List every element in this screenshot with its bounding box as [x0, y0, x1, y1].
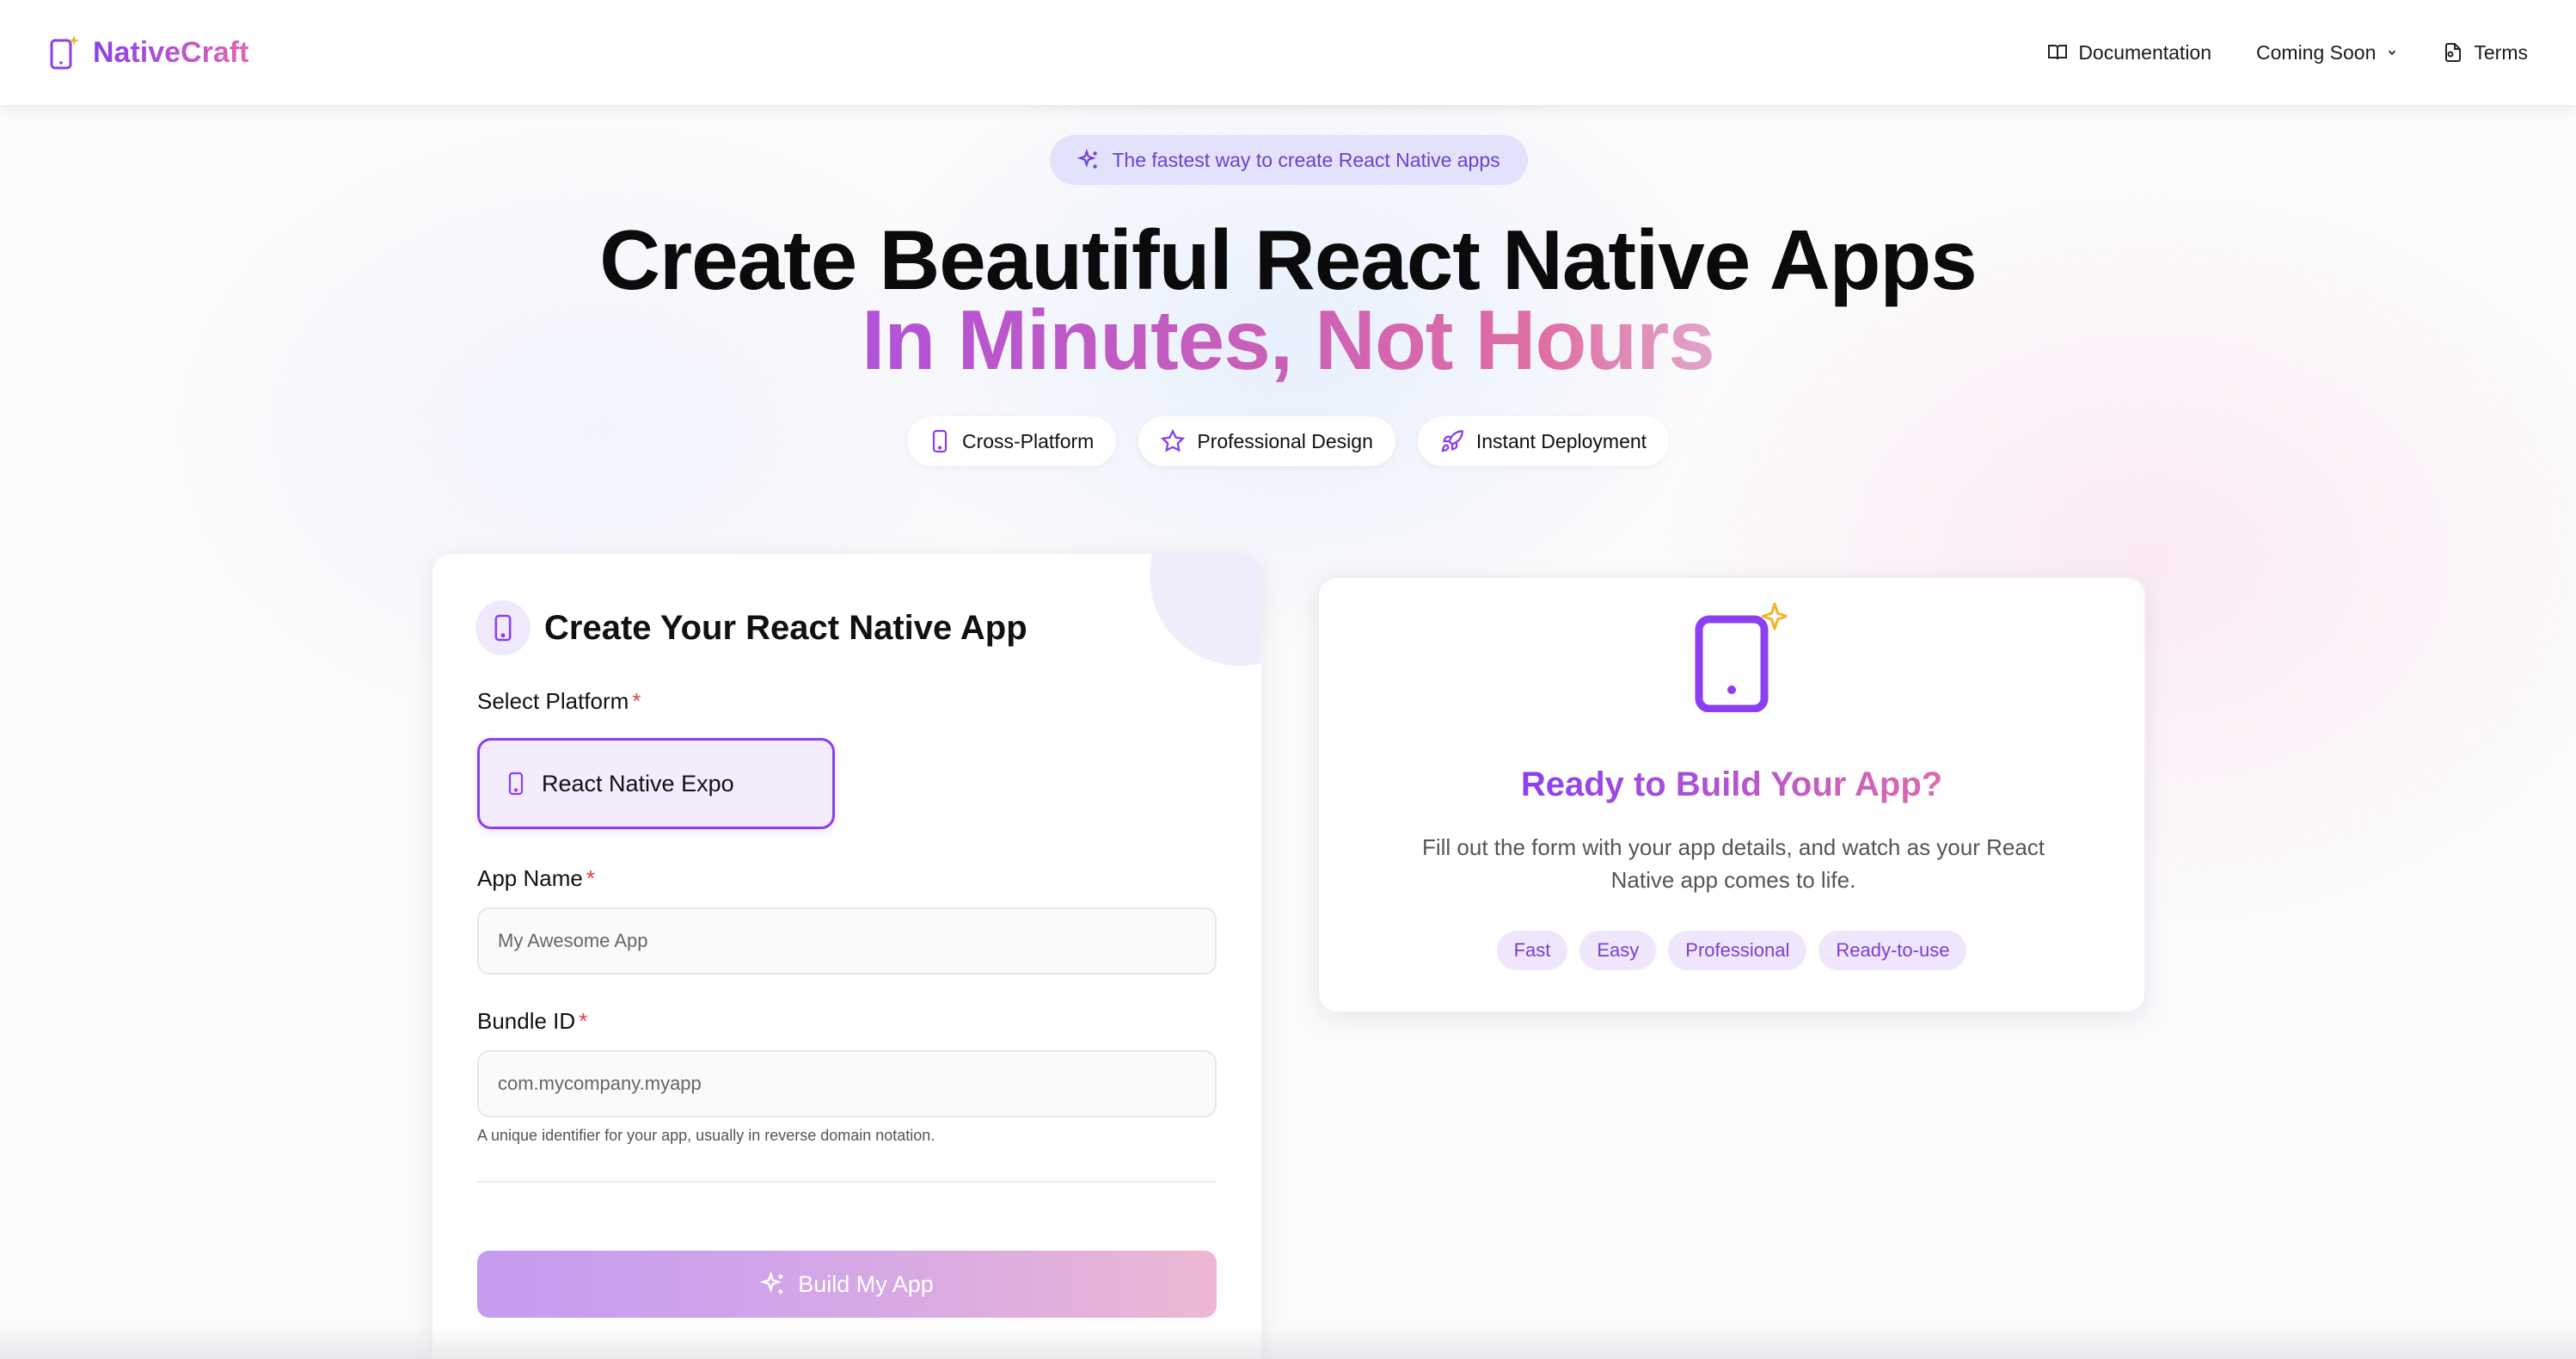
nav-coming-soon-dropdown[interactable]: Coming Soon	[2256, 41, 2398, 65]
tag-professional: Professional	[1668, 931, 1807, 970]
chip-instant-deployment: Instant Deployment	[1417, 416, 1670, 466]
platform-option-label: React Native Expo	[542, 770, 734, 796]
phone-icon	[494, 614, 512, 642]
preview-description: Fill out the form with your app details,…	[1422, 834, 2045, 893]
required-marker: *	[579, 1008, 588, 1034]
brand-logo[interactable]: NativeCraft	[48, 34, 248, 71]
phone-icon	[508, 772, 524, 796]
nav-links: Documentation Coming Soon Terms	[2047, 41, 2528, 65]
preview-tags: Fast Easy Professional Ready-to-use	[1319, 931, 2144, 970]
chip-cross-platform: Cross-Platform	[906, 416, 1117, 466]
bundle-id-input[interactable]	[477, 1050, 1217, 1117]
bundle-id-label: Bundle ID *	[477, 1008, 587, 1035]
preview-title: Ready to Build Your App?	[1319, 766, 2144, 804]
form-header: Create Your React Native App	[475, 600, 1027, 655]
tagline-text: The fastest way to create React Native a…	[1112, 148, 1500, 171]
nav-terms[interactable]: Terms	[2443, 41, 2528, 65]
platform-label-text: Select Platform	[477, 688, 629, 714]
platform-label: Select Platform *	[477, 688, 641, 715]
hero-subtitle-text: In Minutes, Not Hours	[862, 292, 1715, 387]
bundle-id-helper-text: A unique identifier for your app, usuall…	[477, 1127, 935, 1144]
form-icon-circle	[475, 600, 531, 655]
chip-professional-design-label: Professional Design	[1197, 429, 1373, 452]
document-icon	[2445, 43, 2462, 62]
tagline-pill: The fastest way to create React Native a…	[1050, 135, 1528, 185]
star-icon	[1161, 429, 1186, 452]
chevron-down-icon	[2389, 50, 2396, 55]
sparkles-icon	[760, 1271, 783, 1294]
nav-documentation[interactable]: Documentation	[2047, 41, 2211, 65]
app-name-label-text: App Name	[477, 865, 583, 891]
chip-cross-platform-label: Cross-Platform	[961, 429, 1095, 452]
chip-professional-design: Professional Design	[1138, 416, 1395, 466]
app-name-input[interactable]	[477, 907, 1217, 975]
build-button-label: Build My App	[798, 1270, 934, 1297]
preview-title-text: Ready to Build Your App?	[1520, 766, 1943, 803]
form-title: Create Your React Native App	[544, 608, 1027, 647]
build-my-app-button[interactable]: Build My App	[477, 1251, 1217, 1318]
nav-documentation-label: Documentation	[2078, 40, 2212, 64]
phone-sparkle-logo-icon	[50, 35, 79, 70]
form-divider	[477, 1181, 1217, 1183]
feature-chips: Cross-Platform Professional Design Insta…	[0, 416, 2576, 466]
required-marker: *	[586, 865, 595, 891]
required-marker: *	[632, 688, 641, 714]
phone-icon	[932, 429, 948, 453]
app-name-label: App Name *	[477, 865, 595, 892]
bottom-fade	[0, 1325, 2576, 1359]
tag-fast: Fast	[1496, 931, 1568, 970]
app-preview-card: Ready to Build Your App? Fill out the fo…	[1317, 576, 2146, 1013]
chip-instant-deployment-label: Instant Deployment	[1475, 429, 1647, 452]
platform-option-react-native-expo[interactable]: React Native Expo	[477, 738, 835, 829]
create-app-form-card: Create Your React Native App Select Plat…	[432, 554, 1261, 1359]
hero-subtitle: In Minutes, Not Hours	[0, 290, 2576, 391]
corner-decoration	[1150, 554, 1261, 666]
sparkles-icon	[1077, 149, 1098, 169]
nav-terms-label: Terms	[2474, 40, 2528, 64]
tag-ready-to-use: Ready-to-use	[1819, 931, 1967, 970]
rocket-icon	[1441, 430, 1463, 452]
book-icon	[2048, 45, 2068, 60]
phone-sparkle-icon	[1695, 602, 1787, 712]
top-navbar: NativeCraft Documentation Coming Soon Te…	[0, 0, 2576, 105]
nav-coming-soon-label: Coming Soon	[2256, 40, 2377, 64]
bundle-id-label-text: Bundle ID	[477, 1008, 576, 1034]
tag-easy: Easy	[1579, 931, 1657, 970]
brand-name: NativeCraft	[93, 35, 249, 69]
